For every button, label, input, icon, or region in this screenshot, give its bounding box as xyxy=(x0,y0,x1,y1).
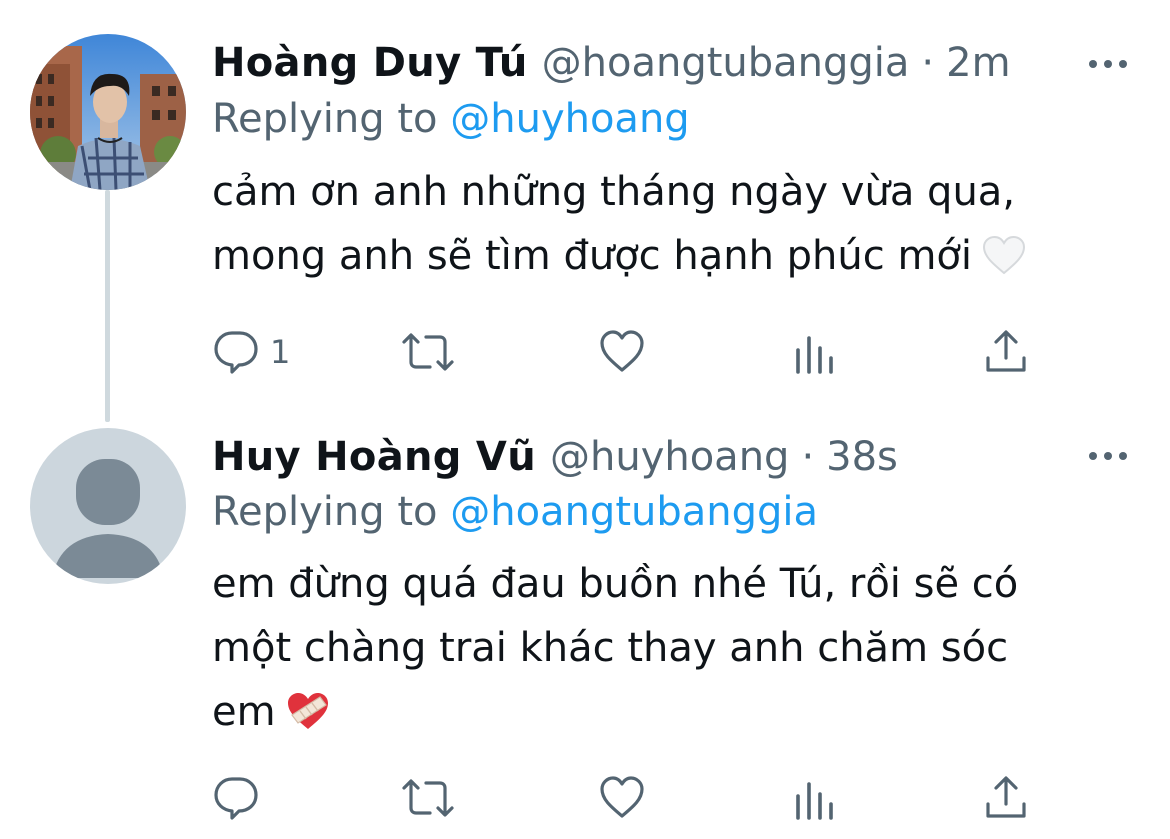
share-icon xyxy=(986,330,1026,372)
separator-dot: · xyxy=(921,40,935,86)
avatar[interactable] xyxy=(30,34,186,190)
reply-icon xyxy=(214,331,258,374)
share-button[interactable] xyxy=(982,770,1030,826)
mending-heart-icon xyxy=(286,686,330,750)
tweet-text-line: em đừng quá đau buồn nhé Tú, rồi sẽ có xyxy=(212,561,1019,607)
reply-button[interactable] xyxy=(212,770,270,826)
tweet-text-line-with-emoji: mong anh sẽ tìm được hạnh phúc mới xyxy=(212,224,1132,288)
tweet-text: em đừng quá đau buồn nhé Tú, rồi sẽ có m… xyxy=(212,552,1132,744)
mention-link[interactable]: @hoangtubanggia xyxy=(450,489,818,535)
tweet-text: cảm ơn anh những tháng ngày vừa qua, mon… xyxy=(212,160,1132,288)
tweet-text-line-with-emoji: em xyxy=(212,680,1132,744)
timestamp[interactable]: 2m xyxy=(946,34,1010,92)
reply-button[interactable]: 1 xyxy=(212,324,290,380)
like-icon xyxy=(600,330,644,372)
avatar[interactable] xyxy=(30,428,186,584)
conversation-thread: Hoàng Duy Tú @hoangtubanggia · 2m Replyi… xyxy=(0,0,1170,839)
analytics-icon xyxy=(796,782,833,820)
retweet-button[interactable] xyxy=(400,324,456,380)
user-handle[interactable]: @hoangtubanggia xyxy=(542,34,910,92)
retweet-icon xyxy=(402,779,454,817)
reply-count: 1 xyxy=(270,333,291,371)
tweet-header: Hoàng Duy Tú @hoangtubanggia · 2m xyxy=(212,34,1011,92)
default-profile-silhouette xyxy=(30,428,186,584)
share-icon xyxy=(986,776,1026,818)
tweet-text-line: cảm ơn anh những tháng ngày vừa qua, xyxy=(212,169,1016,215)
user-handle[interactable]: @huyhoang xyxy=(550,428,789,486)
analytics-icon xyxy=(796,336,833,374)
mention-link[interactable]: @huyhoang xyxy=(450,96,689,142)
white-heart-icon xyxy=(982,230,1026,294)
more-dots-icon xyxy=(1089,452,1127,460)
reply-icon xyxy=(214,777,258,820)
more-options-button[interactable] xyxy=(1080,44,1136,84)
replying-to: Replying to @hoangtubanggia xyxy=(212,484,818,540)
timestamp[interactable]: 38s xyxy=(826,428,898,486)
tweet-header: Huy Hoàng Vũ @huyhoang · 38s xyxy=(212,428,898,486)
retweet-button[interactable] xyxy=(400,770,456,826)
tweet-actions xyxy=(212,770,1042,826)
tweet-actions: 1 xyxy=(212,324,1042,380)
analytics-button[interactable] xyxy=(792,770,836,826)
tweet-text-line: em xyxy=(212,689,276,735)
share-button[interactable] xyxy=(982,324,1030,380)
like-button[interactable] xyxy=(598,324,646,380)
replying-to: Replying to @huyhoang xyxy=(212,91,690,147)
separator-dot: · xyxy=(801,434,815,480)
replying-to-label: Replying to xyxy=(212,489,451,535)
tweet-text-line: mong anh sẽ tìm được hạnh phúc mới xyxy=(212,233,973,279)
more-options-button[interactable] xyxy=(1080,436,1136,476)
thread-connector-line xyxy=(105,190,110,422)
user-photo xyxy=(30,34,186,190)
display-name[interactable]: Huy Hoàng Vũ xyxy=(212,428,536,486)
like-icon xyxy=(600,776,644,818)
tweet-text-line: một chàng trai khác thay anh chăm sóc xyxy=(212,625,1009,671)
display-name[interactable]: Hoàng Duy Tú xyxy=(212,34,528,92)
more-dots-icon xyxy=(1089,60,1127,68)
replying-to-label: Replying to xyxy=(212,96,451,142)
like-button[interactable] xyxy=(598,770,646,826)
analytics-button[interactable] xyxy=(792,324,836,380)
retweet-icon xyxy=(402,333,454,371)
